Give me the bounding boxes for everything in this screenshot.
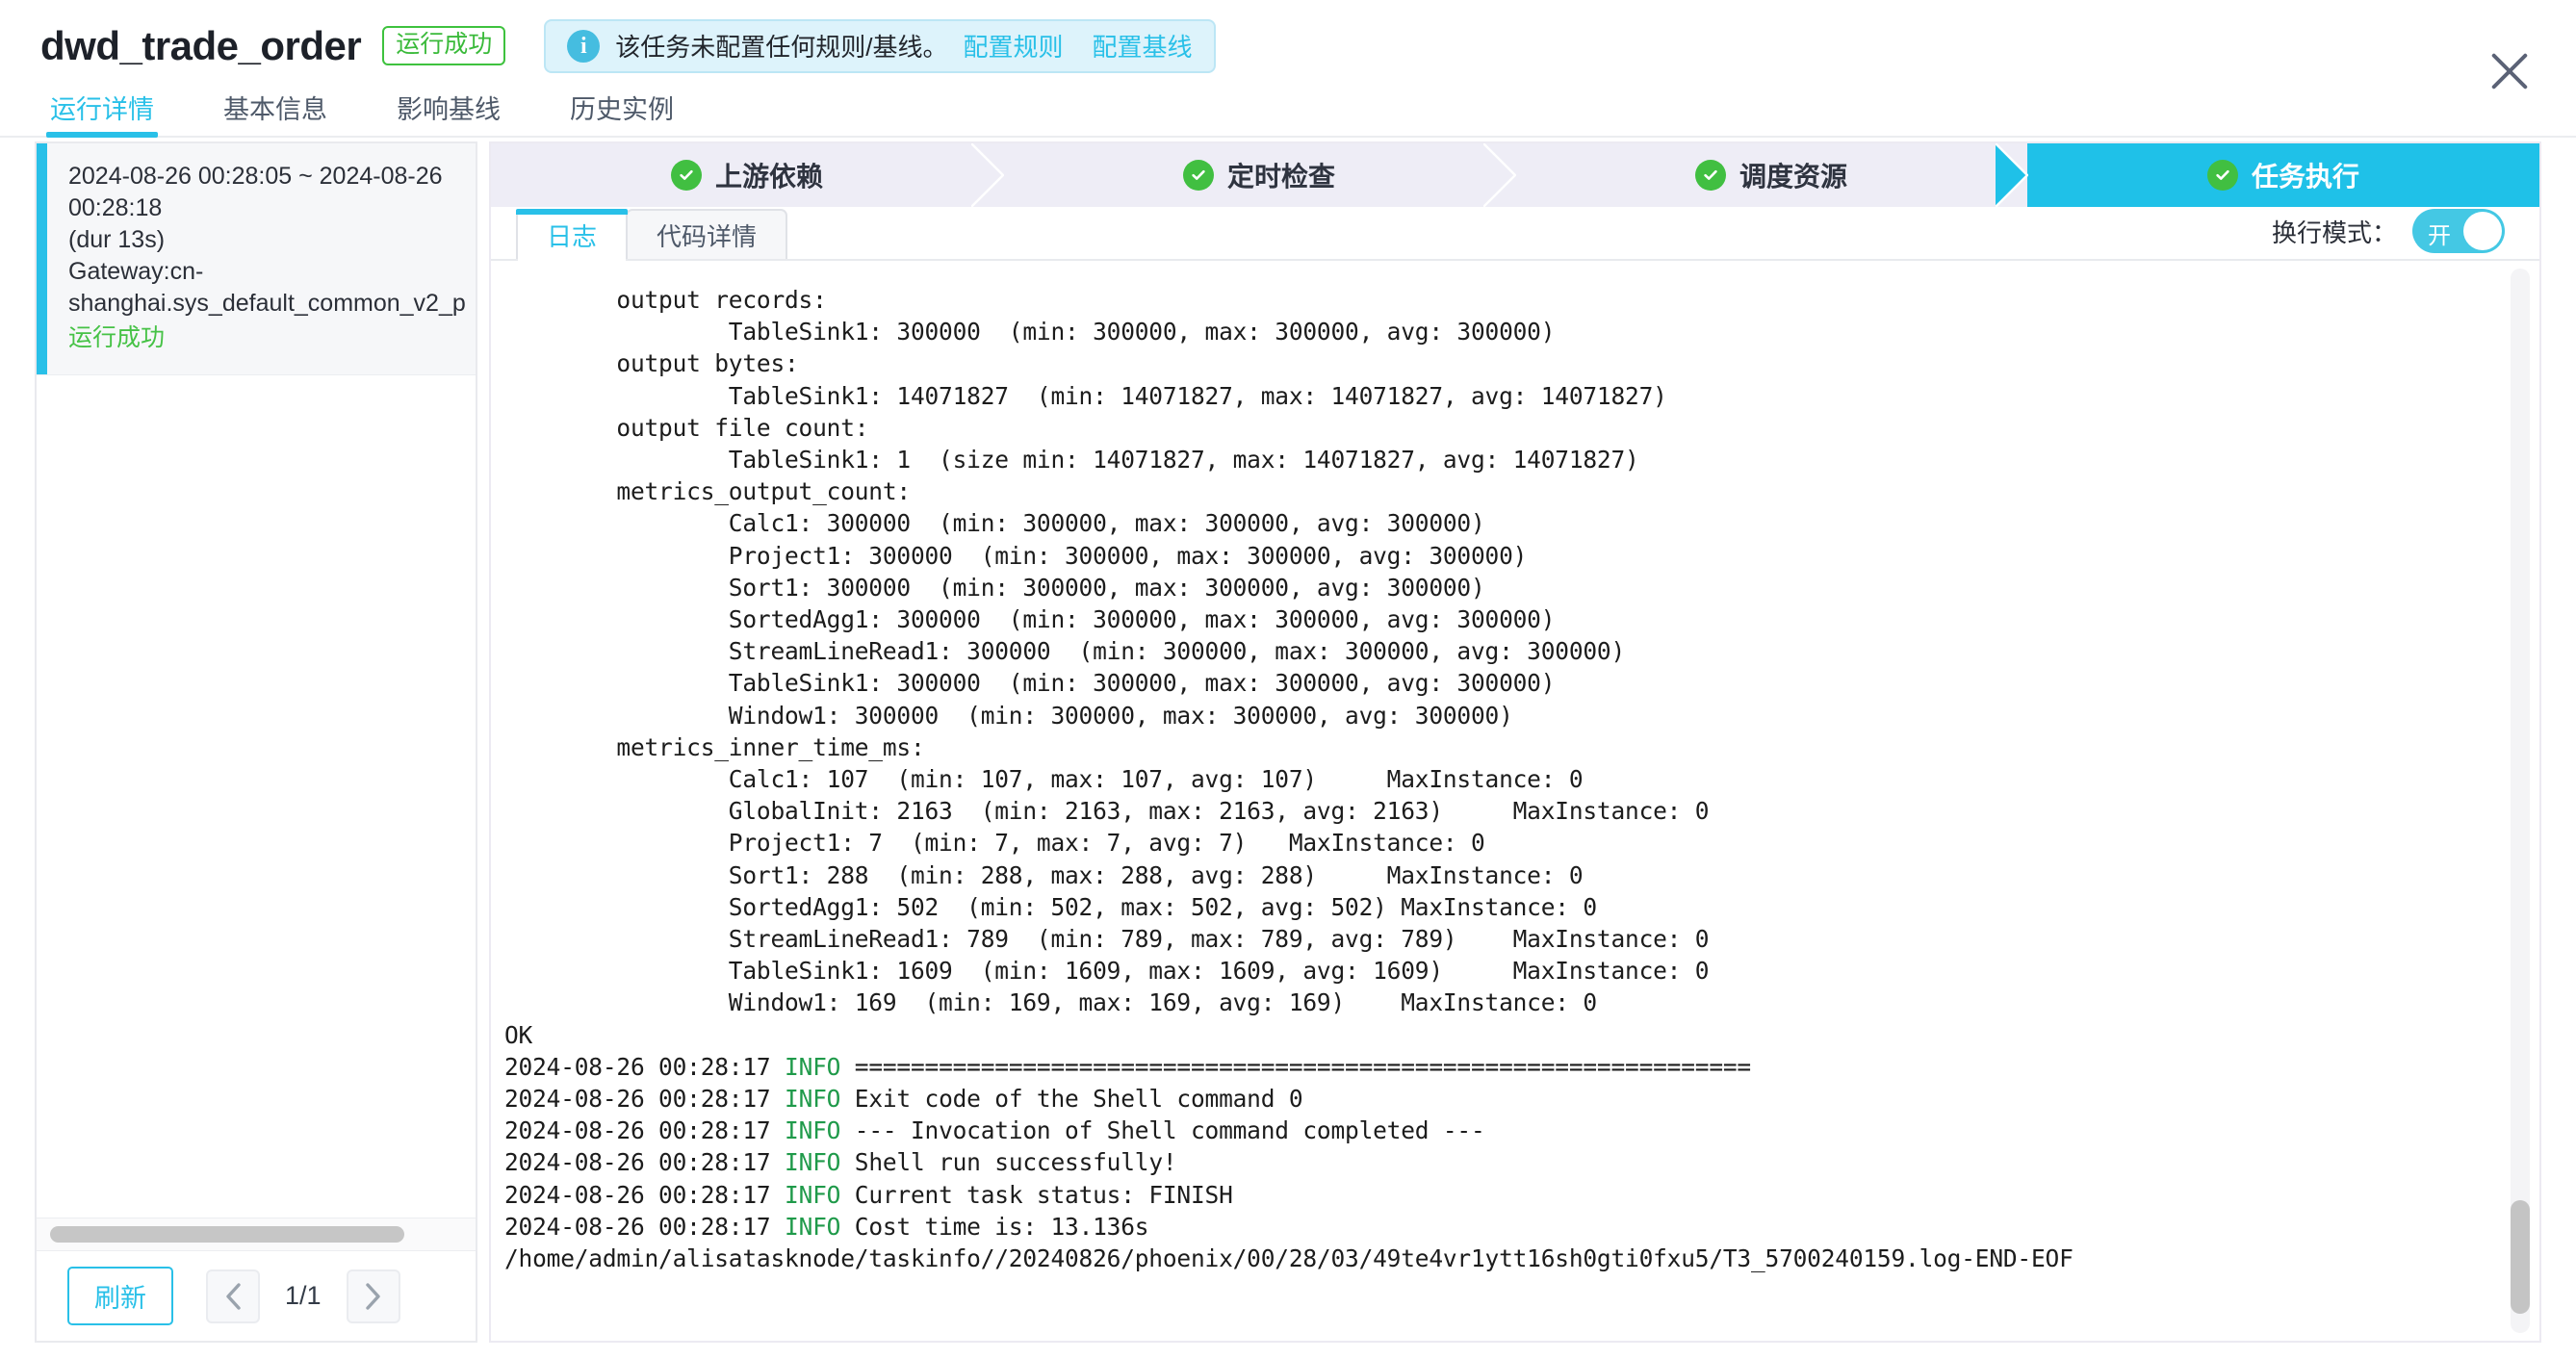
- step-label: 定时检查: [1226, 162, 1335, 192]
- run-detail-panel: 上游依赖 定时检查 调度资源 任务执行 日志 代码详情 换行模式： 开 outp…: [489, 141, 2541, 1343]
- tab-basic-info[interactable]: 基本信息: [223, 89, 327, 136]
- tab-affected-baseline[interactable]: 影响基线: [397, 89, 501, 136]
- notice-banner: i 该任务未配置任何规则/基线。 配置规则 配置基线: [544, 18, 1216, 73]
- wrap-mode-toggle-label: 开: [2428, 223, 2451, 249]
- step-scheduled-check[interactable]: 定时检查: [1003, 143, 1516, 207]
- log-level: INFO: [785, 1180, 841, 1209]
- next-page-button[interactable]: [346, 1269, 400, 1323]
- step-chevron-divider: [1483, 143, 1516, 207]
- wrap-mode-control: 换行模式： 开: [2272, 209, 2505, 253]
- step-schedule-resource[interactable]: 调度资源: [1515, 143, 2028, 207]
- instance-duration: (dur 13s): [68, 226, 166, 253]
- instance-list-hscrollbar[interactable]: [37, 1218, 476, 1250]
- tab-history-instance[interactable]: 历史实例: [570, 89, 674, 136]
- page-indicator: 1/1: [285, 1281, 322, 1310]
- instance-list: 2024-08-26 00:28:05 ~ 2024-08-26 00:28:1…: [37, 143, 476, 1218]
- wrap-mode-label: 换行模式：: [2271, 218, 2397, 247]
- instance-time-range: 2024-08-26 00:28:05 ~ 2024-08-26 00:28:1…: [68, 163, 443, 221]
- refresh-button[interactable]: 刷新: [67, 1267, 173, 1325]
- instance-status: 运行成功: [68, 324, 166, 351]
- step-task-execution[interactable]: 任务执行: [2027, 143, 2539, 207]
- tab-log[interactable]: 日志: [516, 209, 629, 261]
- check-circle-icon: [1694, 160, 1726, 191]
- wrap-mode-toggle[interactable]: 开: [2412, 209, 2505, 253]
- step-chevron-divider: [971, 143, 1004, 207]
- step-upstream-dependency[interactable]: 上游依赖: [491, 143, 1004, 207]
- log-level: INFO: [785, 1148, 841, 1177]
- log-level: INFO: [785, 1085, 841, 1114]
- log-level: INFO: [785, 1212, 841, 1241]
- main-tab-bar: 运行详情 基本信息 影响基线 历史实例: [0, 91, 2576, 138]
- page-title: dwd_trade_order: [40, 22, 362, 68]
- step-label: 上游依赖: [714, 162, 823, 192]
- log-scrollbar-thumb[interactable]: [2511, 1200, 2530, 1314]
- instance-list-hscrollbar-thumb[interactable]: [50, 1226, 404, 1243]
- configure-rules-link[interactable]: 配置规则: [964, 28, 1064, 64]
- step-chevron-divider: [1996, 143, 2028, 207]
- wrap-mode-toggle-knob: [2463, 212, 2502, 250]
- step-label: 调度资源: [1739, 162, 1847, 192]
- step-label: 任务执行: [2251, 162, 2359, 192]
- step-progress-bar: 上游依赖 定时检查 调度资源 任务执行: [491, 143, 2539, 207]
- log-level: INFO: [785, 1116, 841, 1145]
- instance-body: 2024-08-26 00:28:05 ~ 2024-08-26 00:28:1…: [47, 143, 476, 374]
- pagination: 1/1: [206, 1269, 400, 1323]
- page-header: dwd_trade_order 运行成功 i 该任务未配置任何规则/基线。 配置…: [0, 0, 2576, 91]
- notice-text: 该任务未配置任何规则/基线。: [615, 33, 948, 62]
- log-level: INFO: [785, 1052, 841, 1081]
- instance-gateway: Gateway:cn-shanghai.sys_default_common_v…: [68, 258, 466, 317]
- tab-code-detail[interactable]: 代码详情: [626, 209, 788, 259]
- list-item[interactable]: 2024-08-26 00:28:05 ~ 2024-08-26 00:28:1…: [37, 143, 476, 375]
- check-circle-icon: [670, 160, 702, 191]
- check-circle-icon: [1182, 160, 1214, 191]
- log-text: output records: TableSink1: 300000 (min:…: [504, 286, 2074, 1273]
- instance-list-panel: 2024-08-26 00:28:05 ~ 2024-08-26 00:28:1…: [35, 141, 477, 1343]
- task-detail-page: dwd_trade_order 运行成功 i 该任务未配置任何规则/基线。 配置…: [0, 0, 2576, 1359]
- info-icon: i: [567, 29, 601, 63]
- instance-list-footer: 刷新 1/1: [37, 1250, 476, 1341]
- selected-indicator: [37, 143, 47, 374]
- log-scrollbar-track[interactable]: [2511, 269, 2530, 1333]
- log-output-area[interactable]: output records: TableSink1: 300000 (min:…: [491, 261, 2539, 1341]
- configure-baseline-link[interactable]: 配置基线: [1093, 28, 1193, 64]
- status-badge: 运行成功: [382, 25, 506, 66]
- chevron-right-icon: [365, 1282, 380, 1310]
- tab-run-detail[interactable]: 运行详情: [46, 89, 158, 138]
- prev-page-button[interactable]: [206, 1269, 260, 1323]
- chevron-left-icon: [226, 1282, 241, 1310]
- check-circle-icon: [2206, 160, 2238, 191]
- log-tab-bar: 日志 代码详情 换行模式： 开: [491, 207, 2539, 261]
